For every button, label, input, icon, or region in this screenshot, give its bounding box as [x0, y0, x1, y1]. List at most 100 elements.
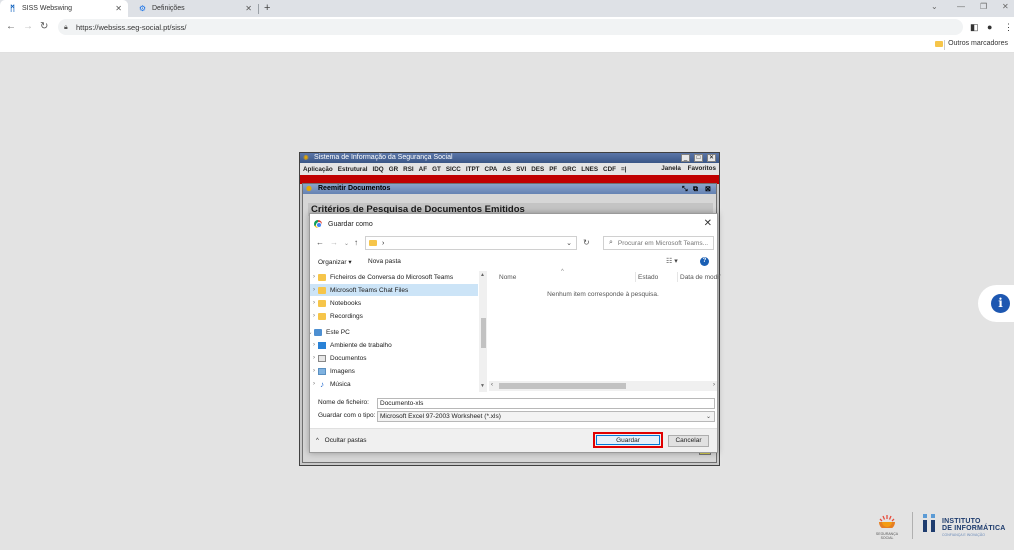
frame-popout-icon[interactable]: ⧉ [693, 185, 698, 195]
reload-icon[interactable]: ↻ [40, 21, 48, 32]
dialog-search-input[interactable]: ⌕ Procurar em Microsoft Teams... [603, 236, 714, 250]
tree-item-imagens[interactable]: › Imagens [310, 365, 478, 377]
menu-estrutural[interactable]: Estrutural [338, 166, 368, 173]
tree-item-teams-chat-files[interactable]: › Microsoft Teams Chat Files [310, 284, 478, 296]
desktop-icon [318, 341, 326, 349]
tree-item-recordings[interactable]: › Recordings [310, 310, 478, 322]
side-panel-icon[interactable]: ◧ [970, 22, 979, 33]
tab-label: SISS Webswing [22, 5, 73, 12]
path-dropdown-icon[interactable]: ⌄ [566, 239, 572, 247]
filename-input[interactable]: Documento-xls [377, 398, 715, 409]
expand-chevron-icon[interactable]: › [310, 287, 318, 293]
dialog-back-icon[interactable]: ← [316, 238, 324, 247]
gear-icon: ⚙ [138, 4, 147, 13]
up-folder-icon[interactable]: ↑ [354, 238, 358, 247]
forward-arrow-icon[interactable]: → [23, 21, 33, 32]
scroll-left-arrow-icon[interactable]: ‹ [491, 382, 493, 388]
column-separator[interactable] [635, 272, 636, 282]
menu-idq[interactable]: IDQ [373, 166, 384, 173]
back-arrow-icon[interactable]: ← [6, 21, 16, 32]
close-window-button[interactable]: ✕ [1002, 2, 1009, 11]
minimize-button[interactable]: — [957, 2, 965, 11]
new-folder-button[interactable]: Nova pasta [368, 258, 401, 265]
menu-more[interactable]: =| [621, 166, 626, 173]
close-tab-icon[interactable]: ✕ [245, 4, 252, 13]
tree-item-musica[interactable]: › ♪ Música [310, 378, 478, 390]
app-minimize-button[interactable]: _ [681, 154, 690, 162]
organize-button[interactable]: Organizar ▾ [318, 258, 352, 266]
column-separator[interactable] [677, 272, 678, 282]
menu-cpa[interactable]: CPA [485, 166, 498, 173]
menu-favoritos[interactable]: Favoritos [688, 165, 716, 172]
menu-sicc[interactable]: SICC [446, 166, 461, 173]
frame-close-icon[interactable]: ⊠ [705, 185, 711, 195]
menu-gr[interactable]: GR [389, 166, 398, 173]
other-bookmarks[interactable]: Outros marcadores [935, 40, 1008, 47]
column-name[interactable]: Nome [499, 274, 516, 281]
frame-restore-icon[interactable]: ⤡ [682, 185, 688, 195]
recent-locations-icon[interactable]: ⌄ [344, 240, 349, 247]
chevron-down-icon: ⌄ [705, 414, 711, 420]
empty-list-message: Nenhum item corresponde à pesquisa. [547, 291, 659, 298]
refresh-icon[interactable]: ↻ [583, 238, 590, 247]
menu-itpt[interactable]: ITPT [466, 166, 480, 173]
new-tab-button[interactable]: + [264, 2, 270, 14]
tree-item-ambiente-trabalho[interactable]: › Ambiente de trabalho [310, 339, 478, 351]
expand-chevron-icon[interactable]: › [310, 313, 318, 319]
column-state[interactable]: Estado [638, 274, 658, 281]
url-field[interactable]: 🔒︎ https://websiss.seg-social.pt/siss/ [58, 19, 963, 35]
menu-svi[interactable]: SVI [516, 166, 526, 173]
expand-chevron-icon[interactable]: › [310, 355, 318, 361]
tree-item-label: Notebooks [330, 299, 362, 307]
ii-logo-mark-icon [923, 514, 935, 532]
tree-item-notebooks[interactable]: › Notebooks [310, 297, 478, 309]
column-date[interactable]: Data de modif [680, 274, 720, 281]
images-icon [318, 367, 326, 375]
menu-pf[interactable]: PF [549, 166, 557, 173]
menu-janela[interactable]: Janela [661, 165, 681, 172]
scroll-up-arrow-icon[interactable]: ▲ [480, 272, 485, 278]
menu-aplicacao[interactable]: Aplicação [303, 166, 333, 173]
restore-button[interactable]: ❐ [980, 2, 987, 11]
tree-item-documentos[interactable]: › Documentos [310, 352, 478, 364]
menu-dots-icon[interactable]: ⋮ [1004, 22, 1013, 33]
help-icon[interactable]: ? [700, 257, 709, 266]
dialog-close-icon[interactable]: ✕ [704, 218, 712, 229]
view-options-icon[interactable]: ☷ ▾ [666, 257, 678, 265]
app-close-button[interactable]: ✕ [707, 154, 716, 162]
profile-avatar-icon[interactable]: ● [987, 22, 992, 32]
menu-gt[interactable]: GT [432, 166, 441, 173]
menu-lnes[interactable]: LNES [581, 166, 598, 173]
dialog-forward-icon[interactable]: → [330, 238, 338, 247]
menu-as[interactable]: AS [502, 166, 511, 173]
hide-folders-toggle[interactable]: ^ Ocultar pastas [316, 437, 367, 444]
tab-search-icon[interactable]: ⌄ [931, 2, 938, 11]
expand-chevron-icon[interactable]: › [310, 300, 318, 306]
cancel-button[interactable]: Cancelar [668, 435, 709, 447]
ss-logo-text: SEGURANÇA SOCIAL [875, 532, 899, 540]
tab-siss-webswing[interactable]: ᛗ SISS Webswing ✕ [0, 0, 128, 17]
tab-definicoes[interactable]: ⚙ Definições ✕ [130, 0, 258, 17]
file-list-scroll-thumb[interactable] [499, 383, 626, 389]
scroll-down-arrow-icon[interactable]: ▼ [480, 383, 485, 389]
menu-grc[interactable]: GRC [562, 166, 576, 173]
tree-item-este-pc[interactable]: ⌄ Este PC [310, 326, 474, 338]
menu-des[interactable]: DES [531, 166, 544, 173]
menu-af[interactable]: AF [419, 166, 427, 173]
folder-tree-scroll-thumb[interactable] [481, 318, 486, 348]
path-field[interactable]: › ⌄ [365, 236, 577, 250]
tree-item-ficheiros-teams[interactable]: › Ficheiros de Conversa do Microsoft Tea… [310, 271, 478, 283]
expand-chevron-icon[interactable]: › [310, 274, 318, 280]
file-list-hscrollbar[interactable]: ‹ › [489, 381, 717, 391]
expand-chevron-icon[interactable]: › [310, 368, 318, 374]
expand-chevron-icon[interactable]: › [310, 381, 318, 387]
filetype-select[interactable]: Microsoft Excel 97-2003 Worksheet (*.xls… [377, 411, 715, 422]
scroll-right-arrow-icon[interactable]: › [713, 382, 715, 388]
menu-rsi[interactable]: RSI [403, 166, 414, 173]
expand-chevron-icon[interactable]: › [310, 342, 318, 348]
close-tab-icon[interactable]: ✕ [115, 4, 122, 13]
app-maximize-button[interactable]: □ [694, 154, 703, 162]
save-button[interactable]: Guardar [596, 435, 660, 445]
info-floating-button[interactable]: i [978, 285, 1014, 322]
menu-cdf[interactable]: CDF [603, 166, 616, 173]
